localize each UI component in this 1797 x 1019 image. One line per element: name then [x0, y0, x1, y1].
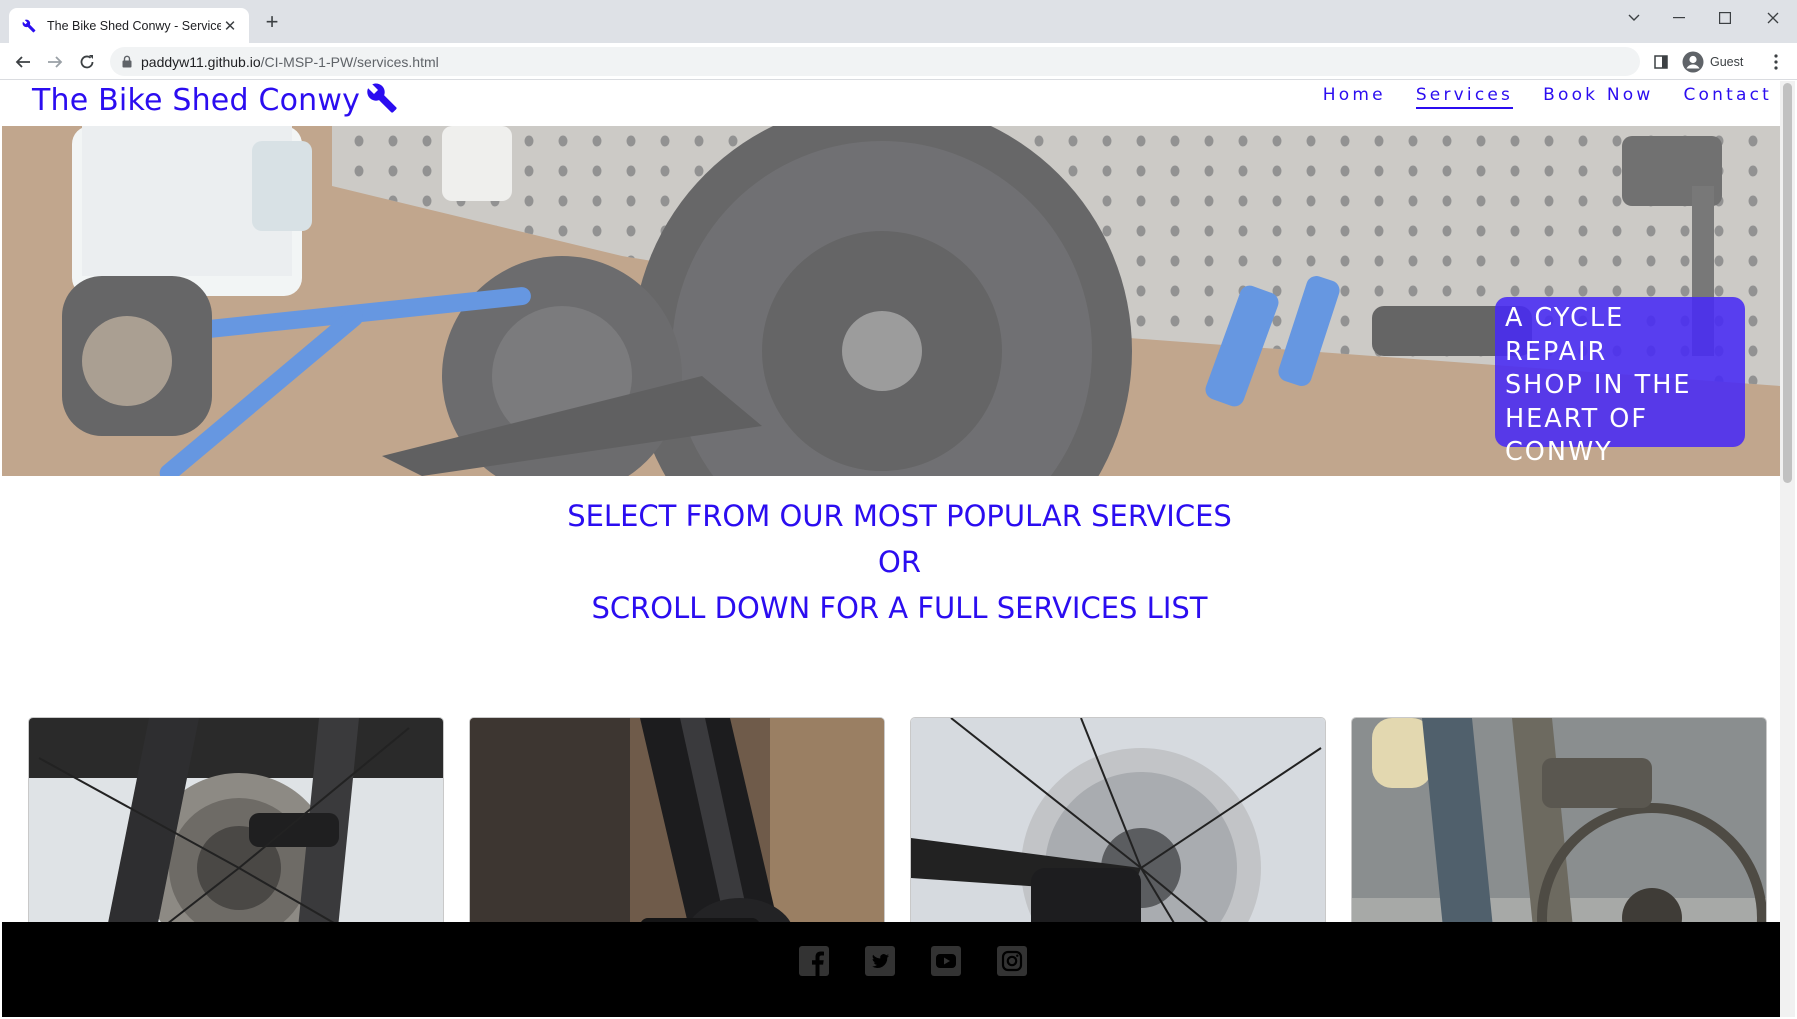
- url-path: /CI-MSP-1-PW/services.html: [260, 53, 439, 70]
- hero-tagline-line: A CYCLE REPAIR: [1505, 303, 1625, 367]
- twitter-icon[interactable]: [865, 946, 895, 976]
- wrench-icon: [21, 18, 37, 34]
- profile-label: Guest: [1710, 54, 1744, 69]
- minimize-icon[interactable]: [1656, 4, 1702, 32]
- hero-tagline-line: CONWY: [1505, 437, 1613, 467]
- close-icon[interactable]: ✕: [221, 17, 239, 35]
- profile-button[interactable]: Guest: [1682, 47, 1754, 76]
- hero-tagline-badge: A CYCLE REPAIR SHOP IN THE HEART OF CONW…: [1495, 297, 1745, 467]
- plus-icon[interactable]: +: [262, 11, 282, 33]
- sidebar-icon[interactable]: [1648, 49, 1674, 75]
- brand-link[interactable]: The Bike Shed Conwy: [32, 82, 398, 119]
- services-intro: SELECT FROM OUR MOST POPULAR SERVICES OR…: [2, 493, 1780, 631]
- nav-services[interactable]: Services: [1415, 85, 1514, 109]
- browser-tab[interactable]: The Bike Shed Conwy - Services ✕: [9, 8, 249, 43]
- forward-arrow-icon[interactable]: [42, 49, 68, 75]
- back-arrow-icon[interactable]: [10, 49, 36, 75]
- address-bar[interactable]: paddyw11.github.io/CI-MSP-1-PW/services.…: [110, 47, 1640, 76]
- chevron-down-icon[interactable]: [1611, 4, 1657, 32]
- hero-tagline-line: HEART OF: [1505, 403, 1649, 434]
- page-scrollbar[interactable]: [1780, 81, 1795, 1017]
- scrollbar-thumb[interactable]: [1783, 83, 1792, 483]
- browser-toolbar: paddyw11.github.io/CI-MSP-1-PW/services.…: [0, 43, 1797, 80]
- intro-heading-line: OR: [878, 545, 921, 579]
- nav-book-now[interactable]: Book Now: [1543, 85, 1653, 109]
- lock-icon: [122, 55, 132, 68]
- url-host: paddyw11.github.io: [141, 53, 261, 70]
- intro-heading-line: SELECT FROM OUR MOST POPULAR SERVICES: [567, 499, 1232, 533]
- page-viewport: The Bike Shed Conwy Home Services Book N…: [2, 81, 1780, 1017]
- profile-icon: [1682, 51, 1704, 73]
- maximize-icon[interactable]: [1702, 4, 1748, 32]
- kebab-menu-icon[interactable]: [1763, 49, 1789, 75]
- site-footer: [2, 922, 1780, 1017]
- facebook-icon[interactable]: [799, 946, 829, 976]
- tab-title: The Bike Shed Conwy - Services: [47, 18, 221, 33]
- hero-banner: A CYCLE REPAIR SHOP IN THE HEART OF CONW…: [2, 126, 1780, 476]
- close-window-icon[interactable]: [1750, 4, 1796, 32]
- nav-contact[interactable]: Contact: [1683, 85, 1772, 109]
- main-nav: Home Services Book Now Contact: [1293, 85, 1772, 109]
- site-header: The Bike Shed Conwy Home Services Book N…: [2, 81, 1780, 126]
- intro-heading-line: SCROLL DOWN FOR A FULL SERVICES LIST: [591, 591, 1208, 625]
- hero-tagline-line: SHOP IN THE: [1505, 370, 1692, 400]
- reload-icon[interactable]: [74, 49, 100, 75]
- brand-name: The Bike Shed Conwy: [32, 83, 361, 118]
- youtube-icon[interactable]: [931, 946, 961, 976]
- instagram-icon[interactable]: [997, 946, 1027, 976]
- nav-home[interactable]: Home: [1323, 85, 1386, 109]
- wrench-icon: [366, 82, 398, 119]
- browser-tab-bar: The Bike Shed Conwy - Services ✕ +: [0, 0, 1797, 43]
